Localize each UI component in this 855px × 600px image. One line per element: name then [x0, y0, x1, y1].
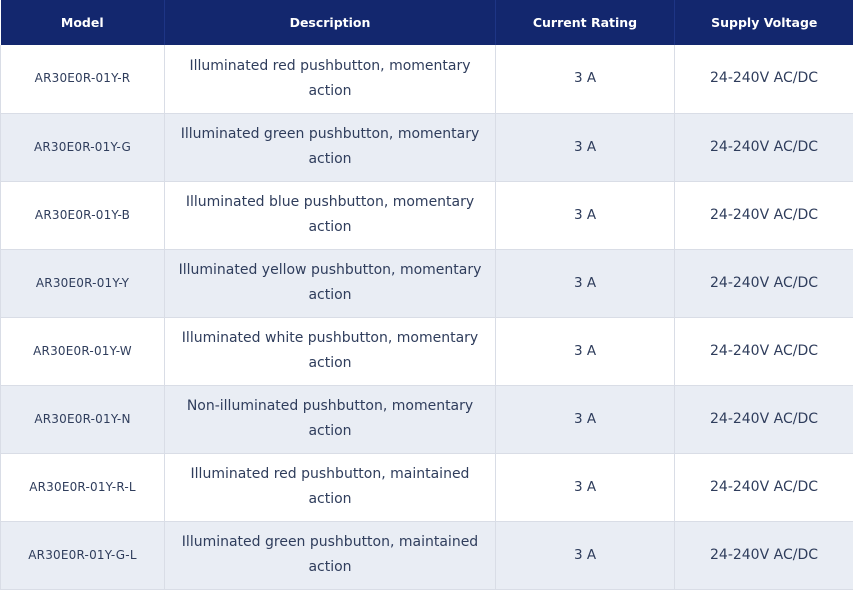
supply-voltage-cell: 24-240V AC/DC [674, 453, 853, 522]
supply-voltage-cell: 24-240V AC/DC [674, 249, 853, 318]
table-row: AR30E0R-01Y-R-L Illuminated red pushbutt… [0, 453, 853, 522]
table-row: AR30E0R-01Y-G Illuminated green pushbutt… [0, 113, 853, 182]
description-cell: Illuminated green pushbutton, momentary … [164, 113, 496, 182]
model-cell: AR30E0R-01Y-B [0, 181, 165, 250]
column-header-model[interactable]: Model [0, 0, 165, 45]
table-row: AR30E0R-01Y-G-L Illuminated green pushbu… [0, 521, 853, 590]
table-row: AR30E0R-01Y-W Illuminated white pushbutt… [0, 317, 853, 386]
current-rating-cell: 3 A [495, 521, 675, 590]
current-rating-cell: 3 A [495, 45, 675, 114]
table-row: AR30E0R-01Y-R Illuminated red pushbutton… [0, 45, 853, 114]
description-cell: Illuminated blue pushbutton, momentary a… [164, 181, 496, 250]
table-row: AR30E0R-01Y-B Illuminated blue pushbutto… [0, 181, 853, 250]
current-rating-cell: 3 A [495, 181, 675, 250]
column-header-supply-voltage[interactable]: Supply Voltage [674, 0, 853, 45]
model-cell: AR30E0R-01Y-G-L [0, 521, 165, 590]
model-cell: AR30E0R-01Y-Y [0, 249, 165, 318]
description-cell: Non-illuminated pushbutton, momentary ac… [164, 385, 496, 454]
column-header-current-rating[interactable]: Current Rating [495, 0, 675, 45]
model-cell: AR30E0R-01Y-W [0, 317, 165, 386]
description-cell: Illuminated white pushbutton, momentary … [164, 317, 496, 386]
current-rating-cell: 3 A [495, 249, 675, 318]
table-body: AR30E0R-01Y-R Illuminated red pushbutton… [0, 45, 853, 590]
table-header: Model Description Current Rating Supply … [0, 0, 853, 45]
description-cell: Illuminated red pushbutton, maintained a… [164, 453, 496, 522]
product-table-container: Model Description Current Rating Supply … [0, 0, 853, 600]
supply-voltage-cell: 24-240V AC/DC [674, 45, 853, 114]
model-cell: AR30E0R-01Y-R [0, 45, 165, 114]
table-row: AR30E0R-01Y-N Non-illuminated pushbutton… [0, 385, 853, 454]
description-cell: Illuminated red pushbutton, momentary ac… [164, 45, 496, 114]
model-cell: AR30E0R-01Y-G [0, 113, 165, 182]
column-header-description[interactable]: Description [164, 0, 496, 45]
model-cell: AR30E0R-01Y-R-L [0, 453, 165, 522]
product-table: Model Description Current Rating Supply … [0, 0, 853, 590]
description-cell: Illuminated green pushbutton, maintained… [164, 521, 496, 590]
supply-voltage-cell: 24-240V AC/DC [674, 385, 853, 454]
model-cell: AR30E0R-01Y-N [0, 385, 165, 454]
description-cell: Illuminated yellow pushbutton, momentary… [164, 249, 496, 318]
current-rating-cell: 3 A [495, 385, 675, 454]
supply-voltage-cell: 24-240V AC/DC [674, 521, 853, 590]
current-rating-cell: 3 A [495, 317, 675, 386]
table-row: AR30E0R-01Y-Y Illuminated yellow pushbut… [0, 249, 853, 318]
current-rating-cell: 3 A [495, 453, 675, 522]
header-row: Model Description Current Rating Supply … [0, 0, 853, 45]
supply-voltage-cell: 24-240V AC/DC [674, 181, 853, 250]
supply-voltage-cell: 24-240V AC/DC [674, 317, 853, 386]
current-rating-cell: 3 A [495, 113, 675, 182]
supply-voltage-cell: 24-240V AC/DC [674, 113, 853, 182]
